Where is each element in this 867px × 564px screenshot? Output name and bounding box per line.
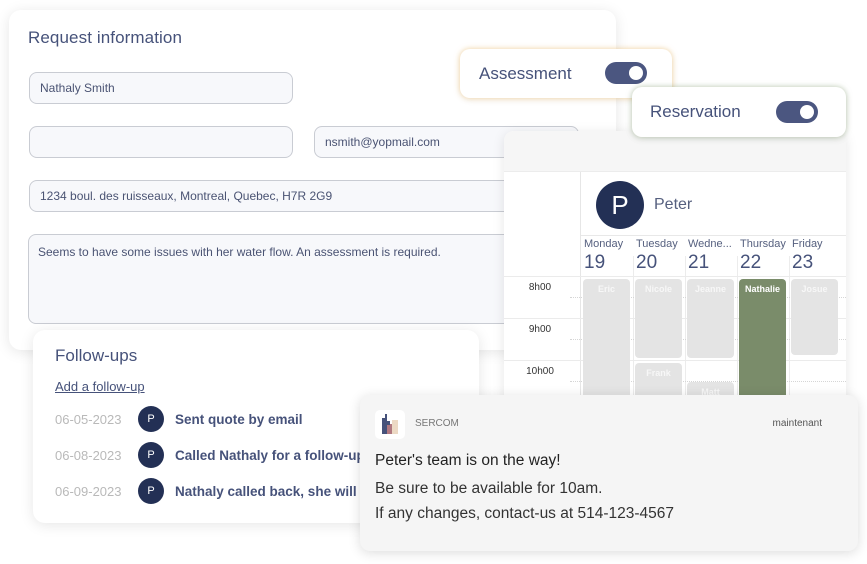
day-divider [685,256,686,411]
divider [581,235,846,236]
resource-name: Peter [654,196,693,213]
calendar-event[interactable]: Josue [791,279,838,355]
phone-field[interactable] [29,126,293,158]
avatar: P [138,406,164,432]
day-name: Monday [584,238,624,250]
assessment-toggle[interactable] [605,62,647,84]
calendar-event[interactable]: Nathalie [739,279,786,411]
notification-body-line: Be sure to be available for 10am. [375,480,603,497]
day-name: Tuesday [636,238,678,250]
followup-date: 06-05-2023 [55,411,122,427]
toggle-knob [800,105,814,119]
calendar-event[interactable]: Jeanne [687,279,734,358]
followup-item[interactable]: 06-08-2023 P Called Nathaly for a follow… [55,442,365,468]
avatar: P [138,442,164,468]
day-header[interactable]: Wedne... 21 [688,238,740,274]
followup-item[interactable]: 06-05-2023 P Sent quote by email [55,406,303,432]
day-number: 21 [688,252,710,273]
day-name: Wedne... [688,238,732,250]
calendar-event[interactable]: Nicole [635,279,682,358]
request-information-title: Request information [28,28,183,47]
time-label: 10h00 [526,366,554,377]
day-divider [633,256,634,411]
day-divider [737,256,738,411]
day-number: 23 [792,252,814,273]
followup-text: Nathaly called back, she will c [175,483,368,499]
reservation-toggle[interactable] [776,101,818,123]
calendar-event[interactable]: Eric [583,279,630,411]
divider [504,276,846,277]
avatar: P [596,181,644,229]
day-header[interactable]: Monday 19 [584,238,636,274]
add-followup-link[interactable]: Add a follow-up [55,379,145,394]
notification-body-line: If any changes, contact-us at 514-123-45… [375,505,675,522]
time-label: 9h00 [528,324,552,335]
sercom-logo-icon [375,410,405,439]
notification-time: maintenant [772,418,822,429]
reservation-toggle-card: Reservation [632,87,846,137]
time-column-divider [580,172,581,411]
day-number: 20 [636,252,658,273]
day-divider [789,256,790,411]
followup-date: 06-09-2023 [55,483,122,499]
followup-text: Called Nathaly for a follow-up [175,447,365,463]
day-number: 22 [740,252,762,273]
notification-title: Peter's team is on the way! [375,452,561,469]
day-header[interactable]: Tuesday 20 [636,238,688,274]
reservation-calendar: P Peter Monday 19 Tuesday 20 Wedne... 21 Thurs… [504,131,846,411]
calendar-toolbar [504,131,846,172]
followup-date: 06-08-2023 [55,447,122,463]
notification-app-name: SERCOM [415,418,459,429]
day-number: 19 [584,252,606,273]
avatar: P [138,478,164,504]
reservation-label: Reservation [650,102,741,121]
day-name: Friday [792,238,823,250]
time-label: 8h00 [528,282,552,293]
followup-item[interactable]: 06-09-2023 P Nathaly called back, she wi… [55,478,368,504]
day-header[interactable]: Thursday 22 [740,238,792,274]
push-notification[interactable]: SERCOM maintenant Peter's team is on the… [360,395,858,551]
day-name: Thursday [740,238,786,250]
followups-title: Follow-ups [55,346,138,365]
followup-text: Sent quote by email [175,411,303,427]
divider [504,360,846,361]
assessment-label: Assessment [479,64,572,83]
toggle-knob [629,66,643,80]
day-header[interactable]: Friday 23 [792,238,844,274]
name-field[interactable]: Nathaly Smith [29,72,293,104]
